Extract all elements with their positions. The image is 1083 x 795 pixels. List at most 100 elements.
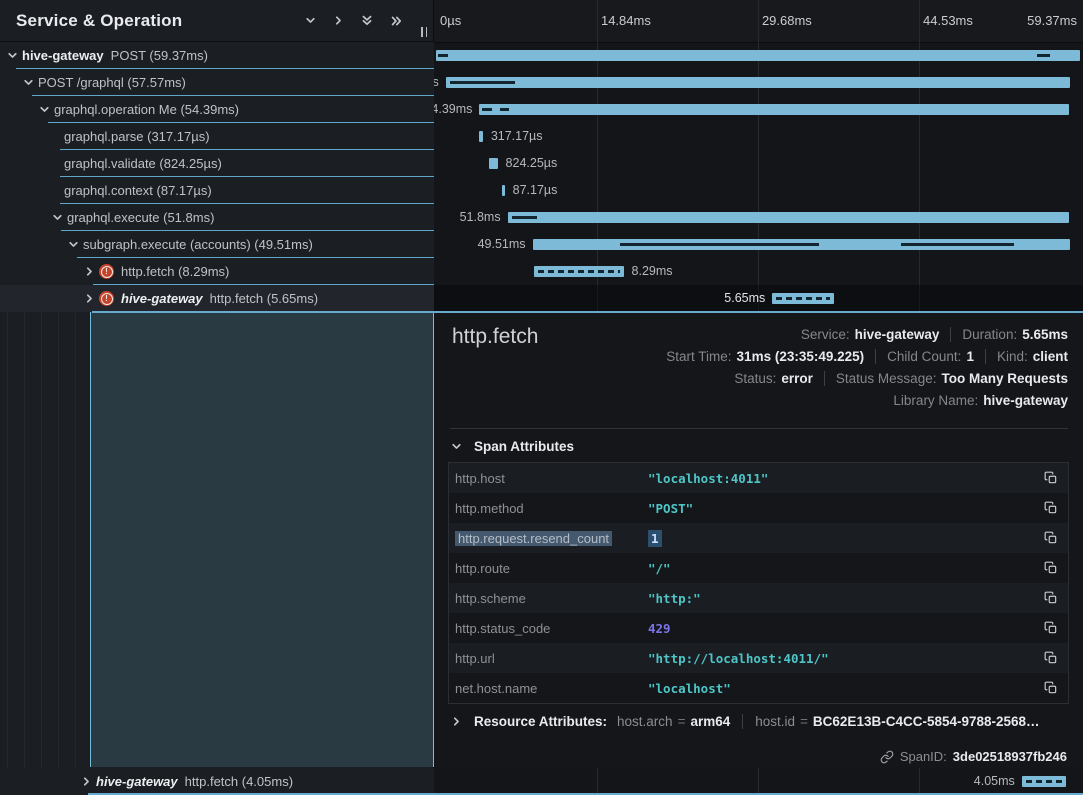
timeline-span-row[interactable]: 8.29ms xyxy=(434,258,1083,285)
child-span-mark xyxy=(450,81,515,84)
copy-icon[interactable] xyxy=(1042,589,1060,607)
tree-row[interactable]: graphql.operation Me (54.39ms) xyxy=(0,96,434,123)
timeline-span-row[interactable]: 4.05ms xyxy=(434,768,1083,795)
tree-row[interactable]: hive-gatewayhttp.fetch (4.05ms) xyxy=(0,768,434,795)
timeline-span-row[interactable]: 5.65ms xyxy=(434,285,1083,312)
timeline-span-row[interactable]: 49.51ms xyxy=(434,231,1083,258)
tree-row[interactable]: POST /graphql (57.57ms) xyxy=(0,69,434,96)
span-attributes-table: http.host"localhost:4011"http.method"POS… xyxy=(448,462,1069,704)
tree-row[interactable]: graphql.context (87.17µs) xyxy=(0,177,434,204)
chevron-down-icon[interactable] xyxy=(23,77,34,88)
span-duration-bar[interactable] xyxy=(502,185,505,196)
copy-icon[interactable] xyxy=(1042,499,1060,517)
attribute-key: http.status_code xyxy=(449,621,648,636)
chevron-right-icon[interactable] xyxy=(84,293,95,304)
tree-row[interactable]: !http.fetch (8.29ms) xyxy=(0,258,434,285)
detail-divider xyxy=(450,428,1068,429)
tree-row[interactable]: graphql.execute (51.8ms) xyxy=(0,204,434,231)
equals-sign: = xyxy=(678,714,686,729)
copy-icon[interactable] xyxy=(1042,679,1060,697)
chevron-down-icon[interactable] xyxy=(7,50,18,61)
meta-separator xyxy=(875,349,876,364)
span-duration-bar[interactable] xyxy=(479,104,1069,115)
attribute-row[interactable]: http.url"http://localhost:4011/" xyxy=(449,643,1068,673)
attribute-row[interactable]: http.method"POST" xyxy=(449,493,1068,523)
chevron-right-icon[interactable] xyxy=(84,266,95,277)
child-span-mark xyxy=(500,108,509,111)
selected-span-expanded-area xyxy=(90,312,434,767)
detail-meta-row: Library Name:hive-gateway xyxy=(666,389,1068,411)
collapse-one-icon[interactable] xyxy=(305,15,316,26)
link-icon[interactable] xyxy=(880,750,894,764)
timeline-span-row[interactable]: 824.25µs xyxy=(434,150,1083,177)
span-attributes-header[interactable]: Span Attributes xyxy=(451,439,574,454)
tree-row[interactable]: graphql.parse (317.17µs) xyxy=(0,123,434,150)
expand-all-icon[interactable] xyxy=(390,15,403,27)
span-duration-bar[interactable] xyxy=(479,131,482,142)
span-duration-bar[interactable] xyxy=(534,266,624,277)
meta-label: Service: xyxy=(801,327,850,342)
timeline-span-row[interactable]: 57.57ms xyxy=(434,69,1083,96)
bar-duration-label: 4.05ms xyxy=(974,774,1015,788)
span-duration-bar[interactable] xyxy=(489,158,498,169)
service-name: hive-gateway xyxy=(22,48,104,63)
timeline-span-row[interactable] xyxy=(434,42,1083,69)
child-span-mark xyxy=(482,108,493,111)
timeline-span-row[interactable]: 317.17µs xyxy=(434,123,1083,150)
span-attributes-title: Span Attributes xyxy=(474,439,574,454)
tree-row[interactable]: hive-gatewayPOST (59.37ms) xyxy=(0,42,434,69)
attribute-row[interactable]: http.host"localhost:4011" xyxy=(449,463,1068,493)
detail-meta-row: Service:hive-gatewayDuration:5.65ms xyxy=(666,323,1068,345)
attribute-row[interactable]: http.status_code429 xyxy=(449,613,1068,643)
attribute-key: http.request.resend_count xyxy=(449,531,648,546)
span-duration-bar[interactable] xyxy=(533,239,1070,250)
timeline-tick: 0µs xyxy=(440,13,461,28)
span-detail-title: http.fetch xyxy=(452,325,538,349)
span-name: POST /graphql (57.57ms) xyxy=(38,75,186,90)
span-detail-panel: http.fetch Service:hive-gatewayDuration:… xyxy=(434,312,1083,768)
attribute-value: "http:" xyxy=(648,591,701,606)
meta-label: Status: xyxy=(734,371,776,386)
timeline-span-row[interactable]: 87.17µs xyxy=(434,177,1083,204)
timeline-span-row[interactable]: 54.39ms xyxy=(434,96,1083,123)
chevron-right-icon[interactable] xyxy=(81,776,92,787)
detail-meta-row: Status:errorStatus Message:Too Many Requ… xyxy=(666,367,1068,389)
attribute-key: http.route xyxy=(449,561,648,576)
attribute-key: http.host xyxy=(449,471,648,486)
resource-separator xyxy=(742,714,743,729)
resource-attributes-row[interactable]: Resource Attributes: host.arch=arm64host… xyxy=(451,714,1068,729)
collapse-all-icon[interactable] xyxy=(361,14,373,27)
span-duration-bar[interactable] xyxy=(772,293,833,304)
pane-resize-handle[interactable] xyxy=(421,27,427,37)
timeline-span-row[interactable]: 51.8ms xyxy=(434,204,1083,231)
expand-one-icon[interactable] xyxy=(333,15,344,26)
span-duration-bar[interactable] xyxy=(446,77,1070,88)
tree-row[interactable]: !hive-gatewayhttp.fetch (5.65ms) xyxy=(0,285,434,312)
span-duration-bar[interactable] xyxy=(436,50,1080,61)
meta-label: Child Count: xyxy=(887,349,961,364)
copy-icon[interactable] xyxy=(1042,649,1060,667)
chevron-down-icon[interactable] xyxy=(68,239,79,250)
selected-row-underline xyxy=(92,311,1083,313)
span-id-value: 3de02518937fb246 xyxy=(953,749,1067,764)
attribute-value: 1 xyxy=(648,531,662,546)
tree-row[interactable]: subgraph.execute (accounts) (49.51ms) xyxy=(0,231,434,258)
attribute-row[interactable]: http.request.resend_count1 xyxy=(449,523,1068,553)
attribute-row[interactable]: http.route"/" xyxy=(449,553,1068,583)
span-duration-bar[interactable] xyxy=(508,212,1070,223)
copy-icon[interactable] xyxy=(1042,559,1060,577)
span-duration-bar[interactable] xyxy=(1022,776,1066,787)
copy-icon[interactable] xyxy=(1042,529,1060,547)
attribute-row[interactable]: http.scheme"http:" xyxy=(449,583,1068,613)
error-icon: ! xyxy=(99,264,114,279)
copy-icon[interactable] xyxy=(1042,469,1060,487)
selected-text: 1 xyxy=(648,530,662,547)
meta-label: Kind: xyxy=(997,349,1028,364)
copy-icon[interactable] xyxy=(1042,619,1060,637)
bar-duration-label: 54.39ms xyxy=(434,102,472,116)
attribute-row[interactable]: net.host.name"localhost" xyxy=(449,673,1068,703)
chevron-down-icon[interactable] xyxy=(39,104,50,115)
child-span-mark xyxy=(512,216,537,219)
tree-row[interactable]: graphql.validate (824.25µs) xyxy=(0,150,434,177)
chevron-down-icon[interactable] xyxy=(52,212,63,223)
